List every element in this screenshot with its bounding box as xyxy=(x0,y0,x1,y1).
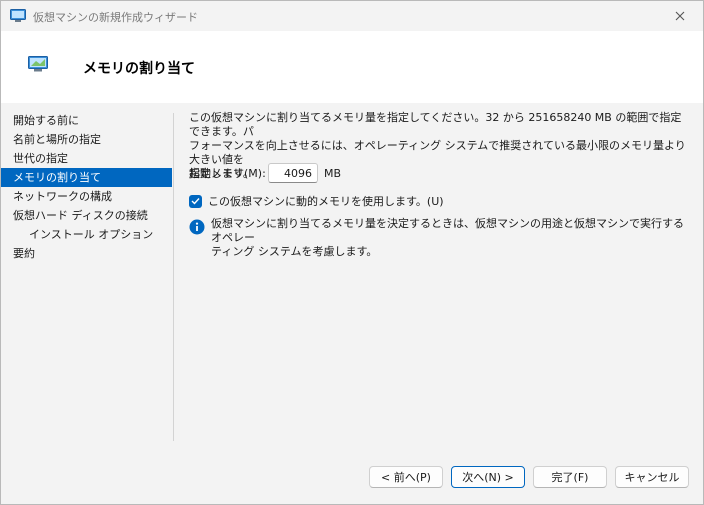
nav-divider xyxy=(173,113,174,441)
title-bar: 仮想マシンの新規作成ウィザード xyxy=(1,1,703,31)
step-installation-options[interactable]: インストール オプション xyxy=(1,225,173,244)
dynamic-memory-label[interactable]: この仮想マシンに動的メモリを使用します。(U) xyxy=(208,193,444,209)
content-area: 開始する前に 名前と場所の指定 世代の指定 メモリの割り当て ネットワークの構成… xyxy=(1,103,703,455)
step-connect-virtual-hard-disk[interactable]: 仮想ハード ディスクの接続 xyxy=(1,206,173,225)
startup-memory-label: 起動メモリ(M): xyxy=(189,167,266,180)
next-button[interactable]: 次へ(N) > xyxy=(451,466,525,488)
step-specify-generation[interactable]: 世代の指定 xyxy=(1,149,173,168)
virtual-machine-icon xyxy=(10,9,26,22)
dynamic-memory-checkbox[interactable] xyxy=(189,194,202,208)
info-icon xyxy=(189,219,205,235)
wizard-step-list: 開始する前に 名前と場所の指定 世代の指定 メモリの割り当て ネットワークの構成… xyxy=(1,111,173,263)
wizard-footer: < 前へ(P) 次へ(N) > 完了(F) キャンセル xyxy=(1,455,703,504)
checkmark-icon xyxy=(191,198,200,205)
memory-page-icon xyxy=(28,56,48,72)
step-assign-memory[interactable]: メモリの割り当て xyxy=(1,168,172,187)
window-title: 仮想マシンの新規作成ウィザード xyxy=(33,11,198,24)
step-specify-name-location[interactable]: 名前と場所の指定 xyxy=(1,130,173,149)
step-before-you-begin[interactable]: 開始する前に xyxy=(1,111,173,130)
startup-memory-row: 起動メモリ(M): MB xyxy=(189,163,341,183)
cancel-button[interactable]: キャンセル xyxy=(615,466,689,488)
page-title: メモリの割り当て xyxy=(83,61,195,77)
description-line: この仮想マシンに割り当てるメモリ量を指定してください。32 から 2516582… xyxy=(189,111,682,138)
back-button[interactable]: < 前へ(P) xyxy=(369,466,443,488)
startup-memory-input[interactable] xyxy=(268,163,318,183)
wizard-window: 仮想マシンの新規作成ウィザード メモリの割り当て 開始する前に 名前と場所の指定… xyxy=(0,0,704,505)
wizard-header: メモリの割り当て xyxy=(1,31,703,103)
dynamic-memory-row: この仮想マシンに動的メモリを使用します。(U) xyxy=(189,193,444,209)
info-text: 仮想マシンに割り当てるメモリ量を決定するときは、仮想マシンの用途と仮想マシンで実… xyxy=(211,217,689,259)
close-icon xyxy=(675,11,685,21)
memory-unit-label: MB xyxy=(324,166,342,180)
info-line: ティング システムを考慮します。 xyxy=(211,245,378,258)
info-line: 仮想マシンに割り当てるメモリ量を決定するときは、仮想マシンの用途と仮想マシンで実… xyxy=(211,217,684,244)
close-button[interactable] xyxy=(657,1,703,31)
main-panel: この仮想マシンに割り当てるメモリ量を指定してください。32 から 2516582… xyxy=(189,111,689,258)
finish-button[interactable]: 完了(F) xyxy=(533,466,607,488)
step-summary[interactable]: 要約 xyxy=(1,244,173,263)
step-configure-networking[interactable]: ネットワークの構成 xyxy=(1,187,173,206)
